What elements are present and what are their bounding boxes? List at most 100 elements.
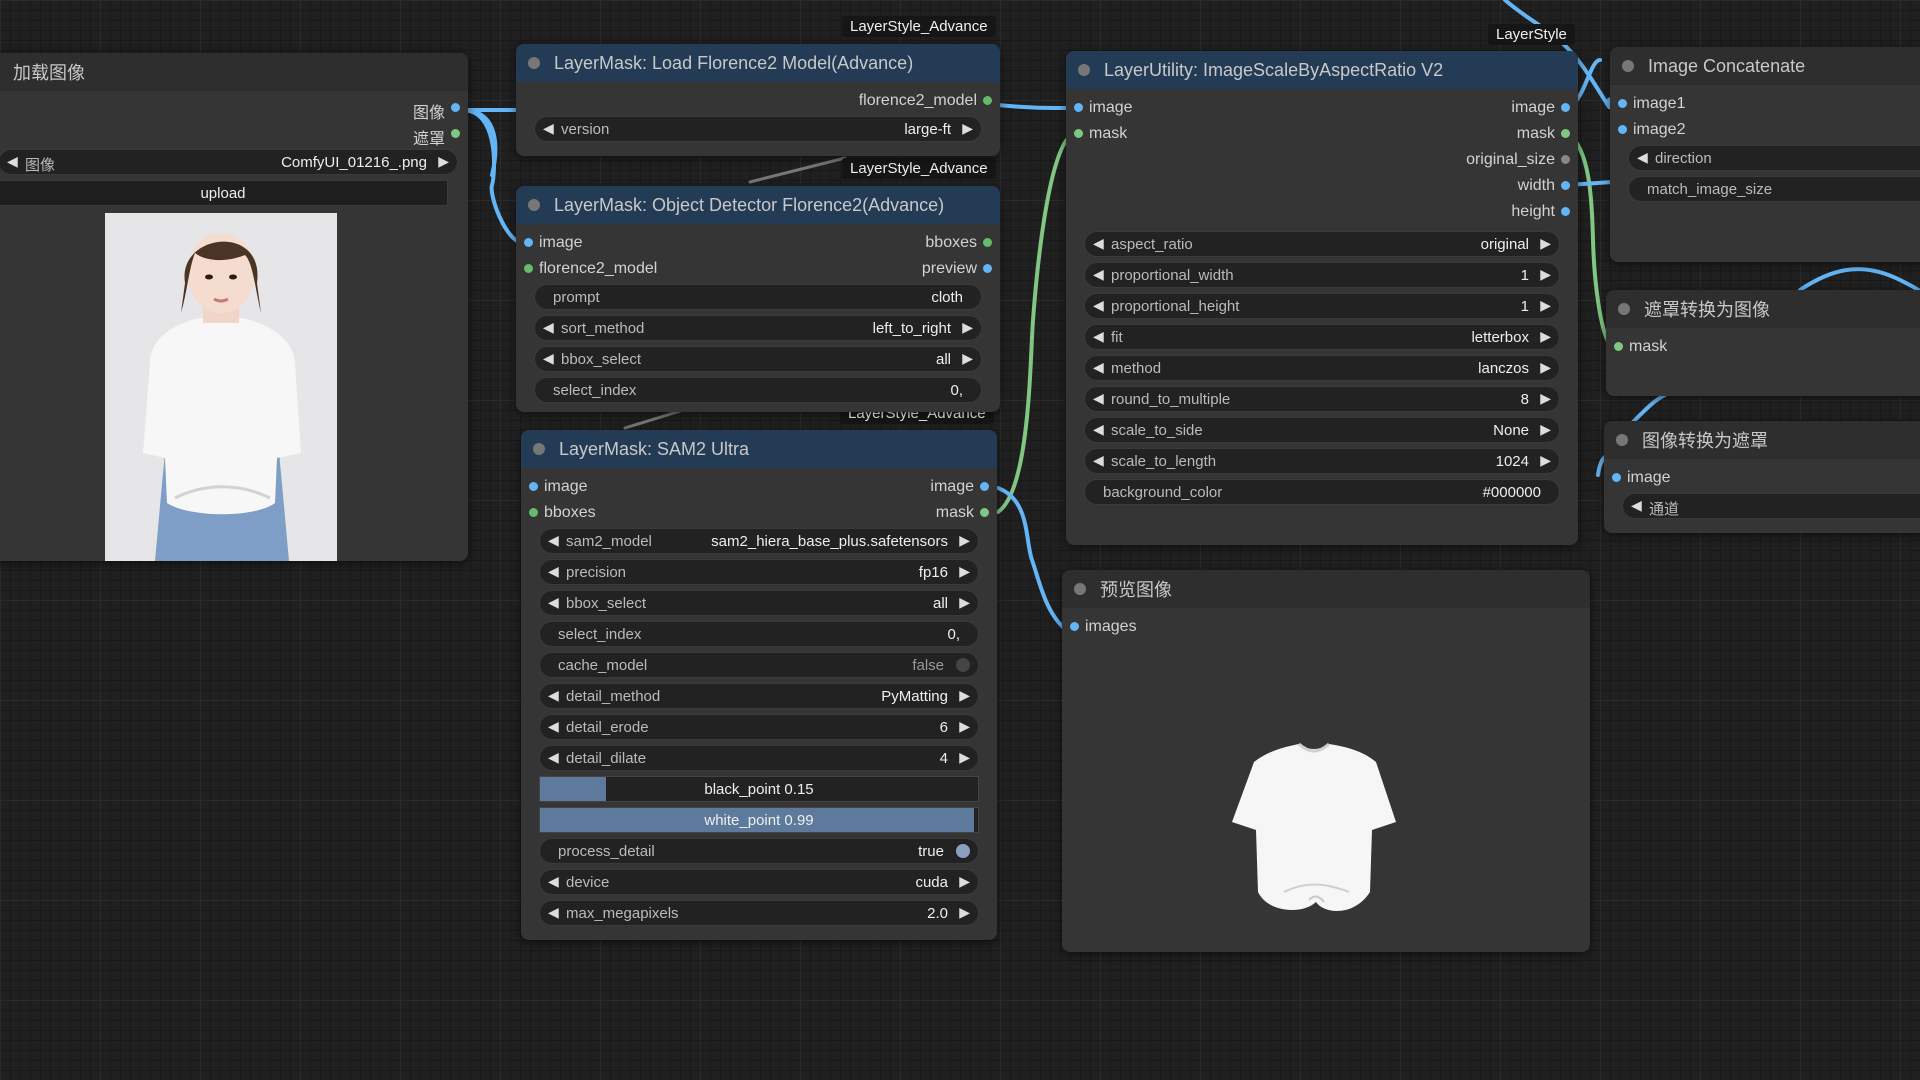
arrow-left-icon[interactable]: ◀ [548,873,559,890]
arrow-left-icon[interactable]: ◀ [548,532,559,549]
input-pin-bboxes[interactable] [529,508,538,517]
input-pin-image1[interactable] [1618,99,1627,108]
arrow-left-icon[interactable]: ◀ [543,319,554,336]
image-to-mask-node[interactable]: 图像转换为遮罩 image ◀ 通道 gr [1604,421,1920,533]
node-header[interactable]: 图像转换为遮罩 [1604,421,1920,459]
select-index-field[interactable]: select_index 0, [539,621,979,647]
select-index-field[interactable]: select_index 0, [534,377,982,403]
arrow-left-icon[interactable]: ◀ [1093,421,1104,438]
node-header[interactable]: Image Concatenate [1610,47,1920,85]
arrow-right-icon[interactable]: ▶ [1540,297,1551,314]
arrow-right-icon[interactable]: ▶ [1540,421,1551,438]
version-select[interactable]: ◀ version large-ft ▶ [534,116,982,142]
sort-method-select[interactable]: ◀ sort_method left_to_right ▶ [534,315,982,341]
upload-button[interactable]: upload [0,180,448,206]
arrow-left-icon[interactable]: ◀ [548,904,559,921]
fit-select[interactable]: ◀ fit letterbox ▶ [1084,324,1560,350]
round-to-multiple-select[interactable]: ◀ round_to_multiple 8 ▶ [1084,386,1560,412]
arrow-left-icon[interactable]: ◀ [1637,149,1648,166]
bbox-select[interactable]: ◀ bbox_select all ▶ [534,346,982,372]
output-pin-image[interactable] [1561,103,1570,112]
collapse-dot-icon[interactable] [528,199,540,211]
cache-model-toggle[interactable]: cache_model false [539,652,979,678]
arrow-left-icon[interactable]: ◀ [1093,297,1104,314]
arrow-right-icon[interactable]: ▶ [962,350,973,367]
node-header[interactable]: LayerMask: SAM2 Ultra [521,430,997,468]
output-pin-width[interactable] [1561,181,1570,190]
arrow-right-icon[interactable]: ▶ [1540,359,1551,376]
arrow-left-icon[interactable]: ◀ [543,350,554,367]
arrow-left-icon[interactable]: ◀ [1093,452,1104,469]
proportional-width-stepper[interactable]: ◀ proportional_width 1 ▶ [1084,262,1560,288]
collapse-dot-icon[interactable] [533,443,545,455]
input-pin-image2[interactable] [1618,125,1627,134]
arrow-left-icon[interactable]: ◀ [548,687,559,704]
scale-to-side-select[interactable]: ◀ scale_to_side None ▶ [1084,417,1560,443]
arrow-right-icon[interactable]: ▶ [959,749,970,766]
arrow-right-icon[interactable]: ▶ [959,563,970,580]
arrow-left-icon[interactable]: ◀ [548,563,559,580]
arrow-right-icon[interactable]: ▶ [1540,328,1551,345]
output-pin-florence2-model[interactable] [983,96,992,105]
detail-erode-stepper[interactable]: ◀ detail_erode 6 ▶ [539,714,979,740]
arrow-left-icon[interactable]: ◀ [1093,359,1104,376]
image-scale-by-aspect-ratio-node[interactable]: LayerUtility: ImageScaleByAspectRatio V2… [1066,51,1578,545]
precision-select[interactable]: ◀ precision fp16 ▶ [539,559,979,585]
arrow-right-icon[interactable]: ▶ [962,120,973,137]
arrow-right-icon[interactable]: ▶ [959,594,970,611]
white-point-slider[interactable]: white_point 0.99 [539,807,979,833]
toggle-knob-off[interactable] [956,658,970,672]
arrow-right-icon[interactable]: ▶ [959,904,970,921]
method-select[interactable]: ◀ method lanczos ▶ [1084,355,1560,381]
input-pin-mask[interactable] [1614,342,1623,351]
input-pin-florence2-model[interactable] [524,264,533,273]
output-pin-mask[interactable] [980,508,989,517]
arrow-right-icon[interactable]: ▶ [959,873,970,890]
sam2-ultra-node[interactable]: LayerMask: SAM2 Ultra image image bboxes… [521,430,997,940]
arrow-right-icon[interactable]: ▶ [959,687,970,704]
arrow-right-icon[interactable]: ▶ [1540,266,1551,283]
output-pin-mask[interactable] [1561,129,1570,138]
node-header[interactable]: 遮罩转换为图像 [1606,290,1920,328]
image-file-select[interactable]: ◀ 图像 ComfyUI_01216_.png ▶ [0,149,458,175]
arrow-left-icon[interactable]: ◀ [1093,390,1104,407]
collapse-dot-icon[interactable] [1616,434,1628,446]
process-detail-toggle[interactable]: process_detail true [539,838,979,864]
arrow-right-icon[interactable]: ▶ [1540,390,1551,407]
max-megapixels-stepper[interactable]: ◀ max_megapixels 2.0 ▶ [539,900,979,926]
detail-dilate-stepper[interactable]: ◀ detail_dilate 4 ▶ [539,745,979,771]
scale-to-length-stepper[interactable]: ◀ scale_to_length 1024 ▶ [1084,448,1560,474]
arrow-right-icon[interactable]: ▶ [959,532,970,549]
input-pin-image[interactable] [1074,103,1083,112]
collapse-dot-icon[interactable] [1618,303,1630,315]
aspect-ratio-select[interactable]: ◀ aspect_ratio original ▶ [1084,231,1560,257]
collapse-dot-icon[interactable] [1622,60,1634,72]
output-pin-image[interactable] [451,103,460,112]
node-header[interactable]: LayerMask: Object Detector Florence2(Adv… [516,186,1000,224]
match-image-size-toggle[interactable]: match_image_size [1628,176,1920,202]
collapse-dot-icon[interactable] [1074,583,1086,595]
collapse-dot-icon[interactable] [1078,64,1090,76]
node-header[interactable]: LayerUtility: ImageScaleByAspectRatio V2 [1066,51,1578,89]
arrow-right-icon[interactable]: ▶ [1540,452,1551,469]
load-image-node[interactable]: 加载图像 图像 遮罩 ◀ 图像 ComfyUI_01216_.png ▶ upl… [0,53,468,561]
sam2-model-select[interactable]: ◀ sam2_model sam2_hiera_base_plus.safete… [539,528,979,554]
object-detector-florence2-node[interactable]: LayerMask: Object Detector Florence2(Adv… [516,186,1000,412]
black-point-slider[interactable]: black_point 0.15 [539,776,979,802]
arrow-right-icon[interactable]: ▶ [438,153,449,170]
output-pin-mask[interactable] [451,129,460,138]
image-concatenate-node[interactable]: Image Concatenate image1 image2 ◀ direct… [1610,47,1920,262]
background-color-field[interactable]: background_color #000000 [1084,479,1560,505]
arrow-left-icon[interactable]: ◀ [548,718,559,735]
arrow-right-icon[interactable]: ▶ [959,718,970,735]
arrow-left-icon[interactable]: ◀ [7,153,18,170]
device-select[interactable]: ◀ device cuda ▶ [539,869,979,895]
load-florence2-model-node[interactable]: LayerMask: Load Florence2 Model(Advance)… [516,44,1000,156]
input-pin-image[interactable] [1612,473,1621,482]
input-pin-mask[interactable] [1074,129,1083,138]
arrow-right-icon[interactable]: ▶ [1540,235,1551,252]
arrow-left-icon[interactable]: ◀ [543,120,554,137]
collapse-dot-icon[interactable] [528,57,540,69]
arrow-left-icon[interactable]: ◀ [548,594,559,611]
arrow-left-icon[interactable]: ◀ [1093,266,1104,283]
